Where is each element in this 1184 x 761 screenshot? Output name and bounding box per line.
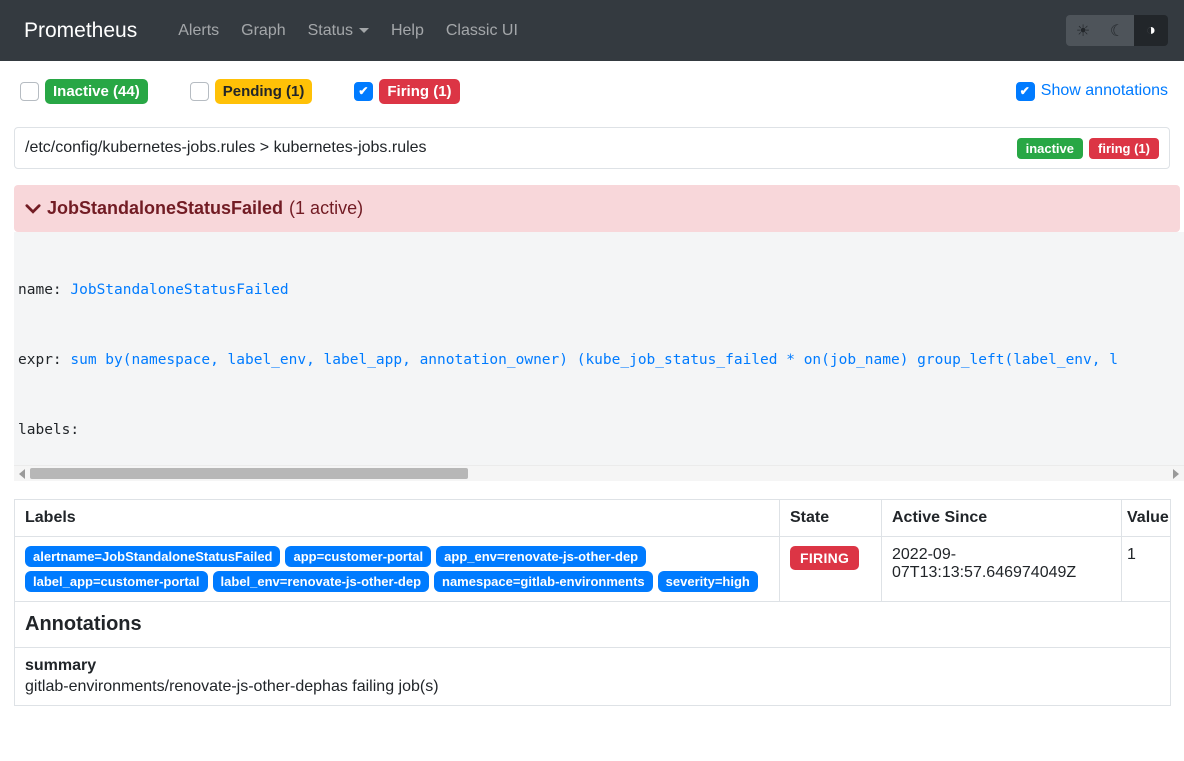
alert-name-link[interactable]: JobStandaloneStatusFailed	[70, 282, 288, 298]
alerts-filter-bar: Inactive (44) Pending (1) Firing (1) Sho…	[20, 78, 1168, 104]
scroll-right-arrow-icon[interactable]	[1173, 469, 1179, 479]
label-badge-app: app=customer-portal	[285, 546, 431, 567]
code-key-name: name:	[18, 282, 70, 298]
table-header-row: Labels State Active Since Value	[15, 500, 1171, 537]
nav-item-status[interactable]: Status	[297, 22, 380, 40]
pending-badge[interactable]: Pending (1)	[215, 79, 313, 104]
firing-count-badge: firing (1)	[1089, 138, 1159, 159]
label-badge-label-app: label_app=customer-portal	[25, 571, 208, 592]
chevron-down-icon	[359, 28, 369, 33]
code-line-expr: expr: sum by(namespace, label_env, label…	[18, 349, 1184, 372]
inactive-badge[interactable]: Inactive (44)	[45, 79, 148, 104]
active-since-column-header: Active Since	[882, 500, 1122, 537]
inactive-checkbox[interactable]	[20, 82, 39, 101]
sun-icon: ☀	[1076, 21, 1090, 41]
alert-rule-name: JobStandaloneStatusFailed	[47, 198, 283, 219]
navbar: Prometheus Alerts Graph Status Help Clas…	[0, 0, 1184, 61]
horizontal-scrollbar[interactable]	[14, 465, 1184, 481]
scrollbar-thumb[interactable]	[30, 468, 468, 479]
moon-icon: ☾	[1110, 21, 1124, 41]
nav-item-help[interactable]: Help	[380, 22, 435, 40]
label-badge-severity: severity=high	[658, 571, 758, 592]
nav-item-classic-ui[interactable]: Classic UI	[435, 22, 529, 40]
label-badge-alertname: alertname=JobStandaloneStatusFailed	[25, 546, 280, 567]
annotations-title: Annotations	[25, 611, 1160, 638]
alert-rule: JobStandaloneStatusFailed (1 active) nam…	[14, 185, 1184, 706]
code-line-name: name: JobStandaloneStatusFailed	[18, 279, 1184, 302]
filter-inactive[interactable]: Inactive (44)	[20, 79, 148, 104]
label-badge-namespace: namespace=gitlab-environments	[434, 571, 653, 592]
alert-instance-row: alertname=JobStandaloneStatusFailed app=…	[15, 537, 1171, 602]
chevron-down-icon	[24, 200, 42, 218]
code-line: labels:	[18, 419, 1184, 442]
annotation-row: summary gitlab-environments/renovate-js-…	[15, 648, 1171, 706]
nav-links: Alerts Graph Status Help Classic UI	[167, 22, 529, 40]
filter-pending[interactable]: Pending (1)	[190, 79, 313, 104]
nav-item-alerts[interactable]: Alerts	[167, 22, 230, 40]
rule-group-panel: /etc/config/kubernetes-jobs.rules > kube…	[14, 127, 1170, 169]
nav-item-graph[interactable]: Graph	[230, 22, 296, 40]
active-since-cell: 2022-09-07T13:13:57.646974049Z	[882, 537, 1122, 602]
rule-definition-code: name: JobStandaloneStatusFailed expr: su…	[14, 232, 1184, 465]
rule-group-path: /etc/config/kubernetes-jobs.rules > kube…	[25, 139, 427, 157]
alert-active-count: (1 active)	[289, 198, 363, 219]
theme-toggle-group: ☀ ☾ ◑	[1066, 15, 1168, 46]
value-cell: 1	[1122, 537, 1171, 602]
annotations-header-row: Annotations	[15, 602, 1171, 648]
inactive-count-badge: inactive	[1017, 138, 1083, 159]
labels-badges: alertname=JobStandaloneStatusFailed app=…	[25, 546, 769, 592]
alert-instances-table: Labels State Active Since Value alertnam…	[14, 499, 1171, 706]
state-cell: FIRING	[780, 537, 882, 602]
annotation-value: gitlab-environments/renovate-js-other-de…	[25, 678, 1160, 696]
label-badge-label-env: label_env=renovate-js-other-dep	[213, 571, 429, 592]
alert-expr-link[interactable]: sum by(namespace, label_env, label_app, …	[70, 352, 1118, 368]
annotation-cell: summary gitlab-environments/renovate-js-…	[15, 648, 1171, 706]
annotations-header-cell: Annotations	[15, 602, 1171, 648]
state-column-header: State	[780, 500, 882, 537]
brand-prometheus[interactable]: Prometheus	[24, 19, 137, 43]
annotation-name: summary	[25, 657, 1160, 675]
labels-column-header: Labels	[15, 500, 780, 537]
show-annotations-checkbox[interactable]	[1016, 82, 1035, 101]
filter-firing[interactable]: Firing (1)	[354, 79, 459, 104]
label-badge-app-env: app_env=renovate-js-other-dep	[436, 546, 646, 567]
dark-theme-button[interactable]: ☾	[1100, 15, 1134, 46]
light-theme-button[interactable]: ☀	[1066, 15, 1100, 46]
firing-state-badge: FIRING	[790, 546, 859, 570]
show-annotations-toggle[interactable]: Show annotations	[1016, 82, 1168, 101]
nav-item-status-label: Status	[308, 22, 353, 39]
show-annotations-label: Show annotations	[1041, 82, 1168, 100]
firing-badge[interactable]: Firing (1)	[379, 79, 459, 104]
scroll-left-arrow-icon[interactable]	[19, 469, 25, 479]
rule-group-badges: inactive firing (1)	[1017, 138, 1159, 159]
value-column-header: Value	[1122, 500, 1171, 537]
pending-checkbox[interactable]	[190, 82, 209, 101]
firing-checkbox[interactable]	[354, 82, 373, 101]
half-circle-icon: ◑	[1146, 22, 1156, 40]
auto-theme-button[interactable]: ◑	[1134, 15, 1168, 46]
alert-rule-header[interactable]: JobStandaloneStatusFailed (1 active)	[14, 185, 1180, 232]
labels-cell: alertname=JobStandaloneStatusFailed app=…	[15, 537, 780, 602]
code-key-expr: expr:	[18, 352, 70, 368]
